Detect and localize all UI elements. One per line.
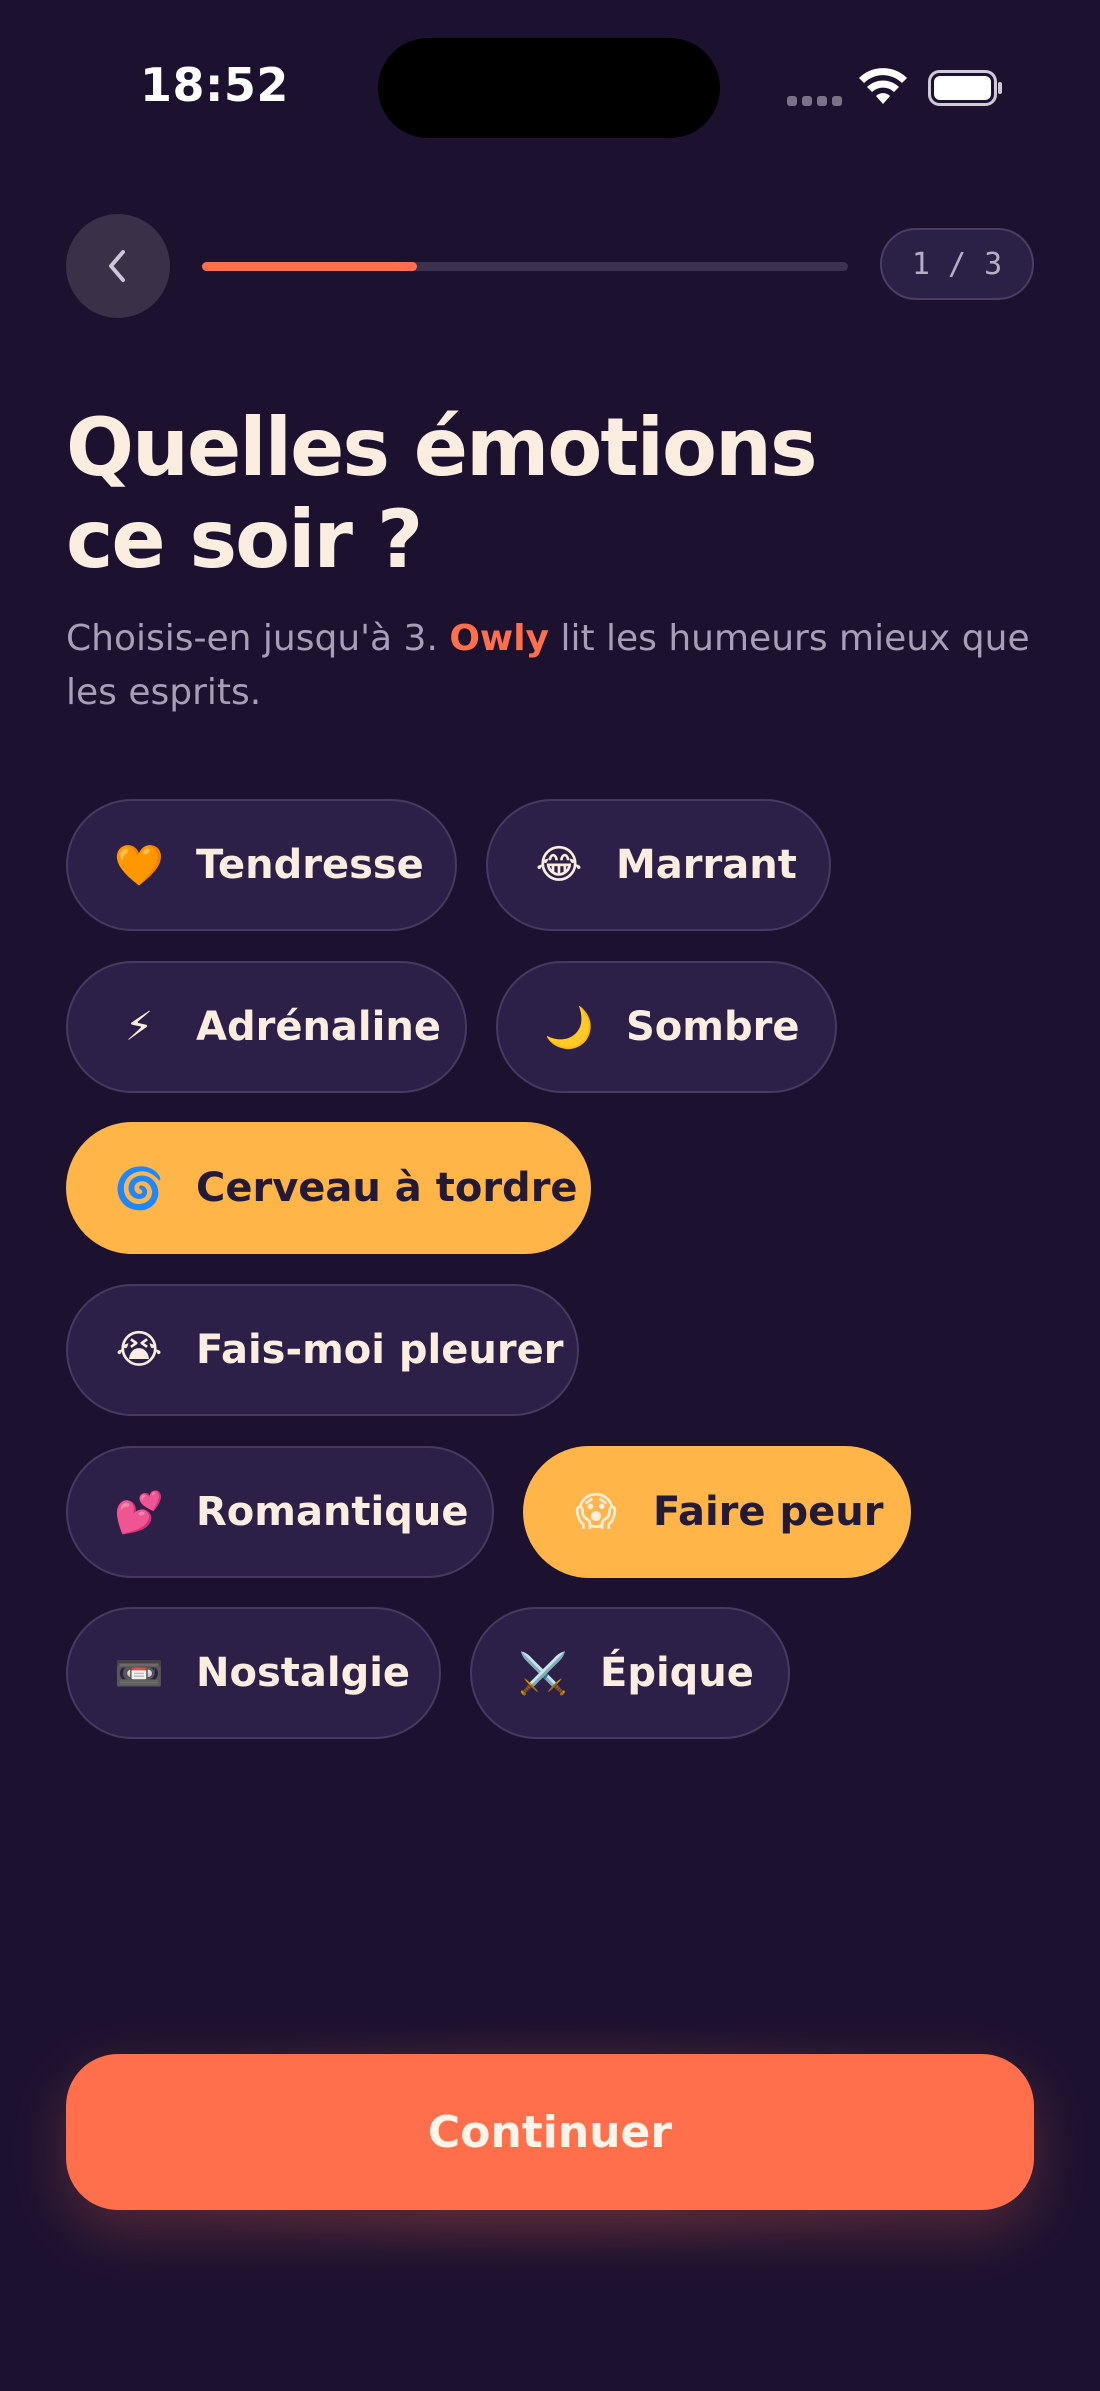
screaming-face-icon: 😱 <box>575 1489 617 1535</box>
dynamic-island <box>378 38 720 138</box>
chip-label: Adrénaline <box>196 1004 441 1050</box>
wifi-icon <box>859 68 907 104</box>
crescent-moon-icon: 🌙 <box>544 1004 594 1051</box>
cellular-signal-icon <box>787 96 843 106</box>
chip-marrant[interactable]: 😂 Marrant <box>486 799 831 931</box>
chip-label: Romantique <box>196 1489 469 1535</box>
chip-label: Tendresse <box>196 842 424 888</box>
chip-label: Sombre <box>626 1004 800 1050</box>
chip-label: Faire peur <box>653 1489 884 1535</box>
lightning-icon: ⚡ <box>124 1004 154 1050</box>
videocassette-icon: 📼 <box>114 1650 164 1697</box>
chip-epique[interactable]: ⚔️ Épique <box>470 1607 790 1739</box>
battery-icon <box>928 70 1002 106</box>
crying-face-icon: 😭 <box>115 1327 163 1373</box>
chevron-left-icon <box>109 250 125 282</box>
chip-romantique[interactable]: 💕 Romantique <box>66 1446 494 1578</box>
page-title-line2: ce soir ? <box>66 493 423 586</box>
progress-bar <box>202 262 848 271</box>
page-title-line1: Quelles émotions <box>66 401 818 494</box>
cyclone-icon: 🌀 <box>114 1165 164 1212</box>
step-indicator: 1 / 3 <box>880 228 1034 300</box>
page-title: Quelles émotions ce soir ? <box>66 402 966 586</box>
chip-nostalgie[interactable]: 📼 Nostalgie <box>66 1607 441 1739</box>
chip-label: Marrant <box>616 842 797 888</box>
chip-fais-moi-pleurer[interactable]: 😭 Fais-moi pleurer <box>66 1284 579 1416</box>
chip-label: Nostalgie <box>196 1650 411 1696</box>
progress-fill <box>202 262 418 271</box>
back-button[interactable] <box>66 214 170 318</box>
chip-adrenaline[interactable]: ⚡ Adrénaline <box>66 961 467 1093</box>
page-subtitle: Choisis-en jusqu'à 3. Owly lit les humeu… <box>66 612 1046 720</box>
orange-heart-icon: 🧡 <box>114 842 164 889</box>
continue-button[interactable]: Continuer <box>66 2054 1034 2210</box>
two-hearts-icon: 💕 <box>114 1489 164 1536</box>
chip-sombre[interactable]: 🌙 Sombre <box>496 961 837 1093</box>
laughing-face-icon: 😂 <box>535 842 583 888</box>
crossed-swords-icon: ⚔️ <box>518 1650 568 1697</box>
chip-tendresse[interactable]: 🧡 Tendresse <box>66 799 457 931</box>
owly-highlight: Owly <box>449 618 549 659</box>
chip-cerveau-a-tordre[interactable]: 🌀 Cerveau à tordre <box>66 1122 591 1254</box>
status-time: 18:52 <box>140 58 289 112</box>
chip-faire-peur[interactable]: 😱 Faire peur <box>523 1446 911 1578</box>
chip-label: Cerveau à tordre <box>196 1165 578 1211</box>
chip-label: Fais-moi pleurer <box>196 1327 564 1373</box>
chip-label: Épique <box>600 1650 754 1696</box>
subtitle-text: Choisis-en jusqu'à 3. <box>66 618 450 659</box>
